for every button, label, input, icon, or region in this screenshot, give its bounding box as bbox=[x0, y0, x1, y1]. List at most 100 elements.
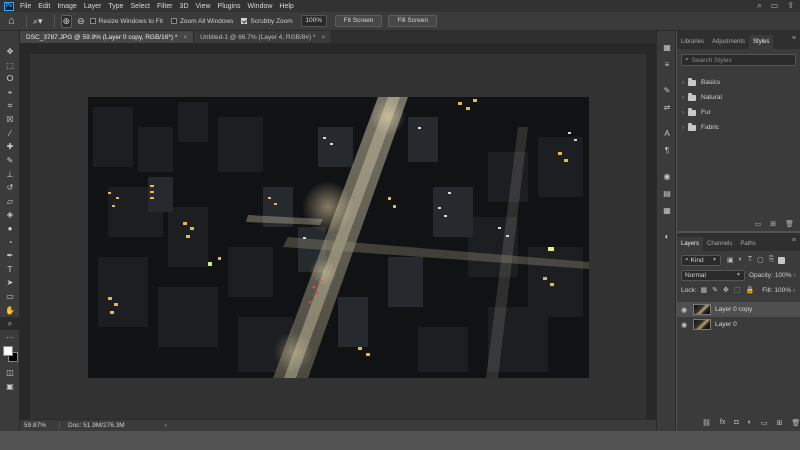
character-panel-icon[interactable]: A bbox=[658, 126, 676, 140]
new-group-icon[interactable]: ▭ bbox=[755, 220, 762, 228]
patterns-panel-icon[interactable]: ◐ bbox=[658, 229, 676, 243]
layer-row[interactable]: ◉ Layer 0 bbox=[677, 317, 800, 332]
dodge-tool-icon[interactable]: ◔ bbox=[0, 235, 20, 249]
eye-icon[interactable]: ◉ bbox=[677, 321, 691, 329]
menu-help[interactable]: Help bbox=[279, 3, 293, 10]
close-icon[interactable]: × bbox=[183, 34, 187, 41]
checkbox-box[interactable] bbox=[170, 18, 177, 24]
document-image[interactable] bbox=[88, 97, 589, 378]
menu-plugins[interactable]: Plugins bbox=[218, 3, 241, 10]
color-panel-icon[interactable]: ◉ bbox=[658, 169, 676, 183]
fill-value[interactable]: 100% bbox=[774, 287, 791, 294]
eraser-tool-icon[interactable]: ▱ bbox=[0, 195, 20, 209]
new-style-icon[interactable]: ⊞ bbox=[770, 220, 776, 228]
lock-all-icon[interactable]: 🔒 bbox=[746, 286, 755, 294]
tab-layers[interactable]: Layers bbox=[677, 237, 704, 251]
menu-type[interactable]: Type bbox=[108, 3, 123, 10]
zoom-out-icon[interactable]: ⊖ bbox=[77, 16, 85, 27]
foreground-color-swatch[interactable] bbox=[3, 346, 13, 357]
document-tab[interactable]: DSC_3787.JPG @ 59.9% (Layer 0 copy, RGB/… bbox=[20, 31, 195, 43]
crop-tool-icon[interactable]: ⌗ bbox=[0, 99, 20, 113]
status-menu-arrow-icon[interactable]: › bbox=[165, 422, 167, 429]
link-layers-icon[interactable]: ⛓ bbox=[702, 419, 711, 427]
zoom-all-windows-checkbox[interactable]: Zoom All Windows bbox=[170, 18, 233, 25]
fit-screen-button[interactable]: Fit Screen bbox=[334, 15, 383, 27]
zoom-tool-icon[interactable]: ⌕ bbox=[0, 316, 20, 331]
chevron-right-icon[interactable]: › bbox=[682, 110, 684, 116]
blend-mode-dropdown[interactable]: Normal ▼ bbox=[681, 269, 745, 281]
screen-mode-icon[interactable]: ▣ bbox=[0, 380, 20, 394]
menu-select[interactable]: Select bbox=[131, 3, 150, 10]
eye-icon[interactable]: ◉ bbox=[677, 306, 691, 314]
resize-windows-checkbox[interactable]: Resize Windows to Fit bbox=[89, 18, 163, 25]
panel-menu-icon[interactable]: ≡ bbox=[792, 237, 796, 244]
zoom-tool-preset-icon[interactable]: ⌕▾ bbox=[33, 16, 43, 27]
layer-name[interactable]: Layer 0 copy bbox=[715, 306, 752, 313]
tab-libraries[interactable]: Libraries bbox=[677, 35, 708, 49]
workspace-icon[interactable]: ▭ bbox=[771, 1, 779, 11]
layer-filter-dropdown[interactable]: ⌕ Kind ▼ bbox=[681, 254, 721, 266]
opacity-value[interactable]: 100% bbox=[775, 272, 792, 279]
new-layer-icon[interactable]: ⊞ bbox=[776, 419, 782, 427]
eyedropper-tool-icon[interactable]: ⁄ bbox=[0, 127, 20, 141]
paragraph-panel-icon[interactable]: ¶ bbox=[658, 143, 676, 157]
properties-panel-icon[interactable]: ≡ bbox=[658, 57, 676, 71]
gradient-panel-icon[interactable]: ▤ bbox=[658, 186, 676, 200]
menu-image[interactable]: Image bbox=[57, 3, 76, 10]
style-group-natural[interactable]: › Natural bbox=[677, 90, 800, 105]
zoom-level-readout[interactable]: 59.87% bbox=[20, 422, 60, 429]
tab-paths[interactable]: Paths bbox=[736, 237, 759, 251]
shape-tool-icon[interactable]: ▭ bbox=[0, 290, 20, 304]
tab-styles[interactable]: Styles bbox=[749, 35, 774, 49]
object-select-tool-icon[interactable]: ⌖ bbox=[0, 86, 20, 100]
chevron-right-icon[interactable]: › bbox=[682, 80, 684, 86]
style-group-fur[interactable]: › Fur bbox=[677, 105, 800, 120]
hand-tool-icon[interactable]: ✋ bbox=[0, 303, 20, 317]
brush-tool-icon[interactable]: ✎ bbox=[0, 154, 20, 168]
layer-effects-icon[interactable]: fx bbox=[720, 419, 725, 427]
zoom-in-icon[interactable]: ⊕ bbox=[60, 14, 73, 28]
tab-channels[interactable]: Channels bbox=[703, 237, 736, 251]
marquee-tool-icon[interactable]: ⬚ bbox=[0, 59, 20, 73]
adjustment-layer-icon[interactable]: ◐ bbox=[748, 419, 752, 427]
frame-tool-icon[interactable]: ☒ bbox=[0, 113, 20, 127]
fill-screen-button[interactable]: Fill Screen bbox=[388, 15, 438, 27]
tab-adjustments[interactable]: Adjustments bbox=[708, 35, 749, 49]
pen-tool-icon[interactable]: ✒ bbox=[0, 249, 20, 263]
menu-layer[interactable]: Layer bbox=[84, 3, 102, 10]
lock-pixels-icon[interactable]: ✎ bbox=[712, 286, 718, 294]
adjust-panel-icon[interactable]: ⇌ bbox=[658, 100, 676, 114]
smart-object-filter-icon[interactable]: ⎘ bbox=[769, 256, 775, 264]
lock-artboard-icon[interactable]: ⬚ bbox=[734, 286, 741, 294]
quick-mask-icon[interactable]: ◫ bbox=[0, 366, 20, 380]
zoom-percent-field[interactable]: 100% bbox=[300, 15, 327, 27]
path-selection-tool-icon[interactable]: ➤ bbox=[0, 276, 20, 290]
shape-filter-icon[interactable]: ▢ bbox=[757, 256, 764, 264]
chevron-right-icon[interactable]: › bbox=[682, 95, 684, 101]
swatches-panel-icon[interactable]: ▦ bbox=[658, 203, 676, 217]
layer-mask-icon[interactable]: ◘ bbox=[734, 419, 738, 427]
panel-menu-icon[interactable]: ≡ bbox=[792, 35, 796, 42]
checkbox-box-checked[interactable] bbox=[241, 18, 248, 24]
chevron-right-icon[interactable]: › bbox=[793, 272, 795, 279]
home-icon[interactable]: ⌂ bbox=[8, 15, 20, 27]
search-styles-input[interactable]: ⌕ Search Styles bbox=[681, 54, 796, 66]
layer-name[interactable]: Layer 0 bbox=[715, 321, 737, 328]
menu-3d[interactable]: 3D bbox=[180, 3, 189, 10]
document-tab[interactable]: Untitled-1 @ 66.7% (Layer 4, RGB/8#) * × bbox=[194, 31, 333, 43]
search-icon[interactable]: ⌕ bbox=[757, 1, 761, 11]
type-filter-icon[interactable]: T bbox=[748, 256, 752, 264]
color-swatches[interactable] bbox=[0, 344, 19, 366]
lasso-tool-icon[interactable]: ⵔ bbox=[0, 72, 20, 86]
new-group-icon[interactable]: ▭ bbox=[761, 419, 768, 427]
style-group-basics[interactable]: › Basics bbox=[677, 75, 800, 90]
clone-stamp-tool-icon[interactable]: ⊥ bbox=[0, 167, 20, 181]
filter-toggle[interactable] bbox=[778, 256, 786, 264]
menu-edit[interactable]: Edit bbox=[38, 3, 50, 10]
move-tool-icon[interactable]: ✥ bbox=[0, 45, 20, 59]
style-group-fabric[interactable]: › Fabric bbox=[677, 120, 800, 135]
more-tools-icon[interactable]: ··· bbox=[0, 330, 20, 344]
menu-window[interactable]: Window bbox=[248, 3, 273, 10]
menu-filter[interactable]: Filter bbox=[157, 3, 173, 10]
adjustment-filter-icon[interactable]: ◐ bbox=[739, 256, 743, 264]
